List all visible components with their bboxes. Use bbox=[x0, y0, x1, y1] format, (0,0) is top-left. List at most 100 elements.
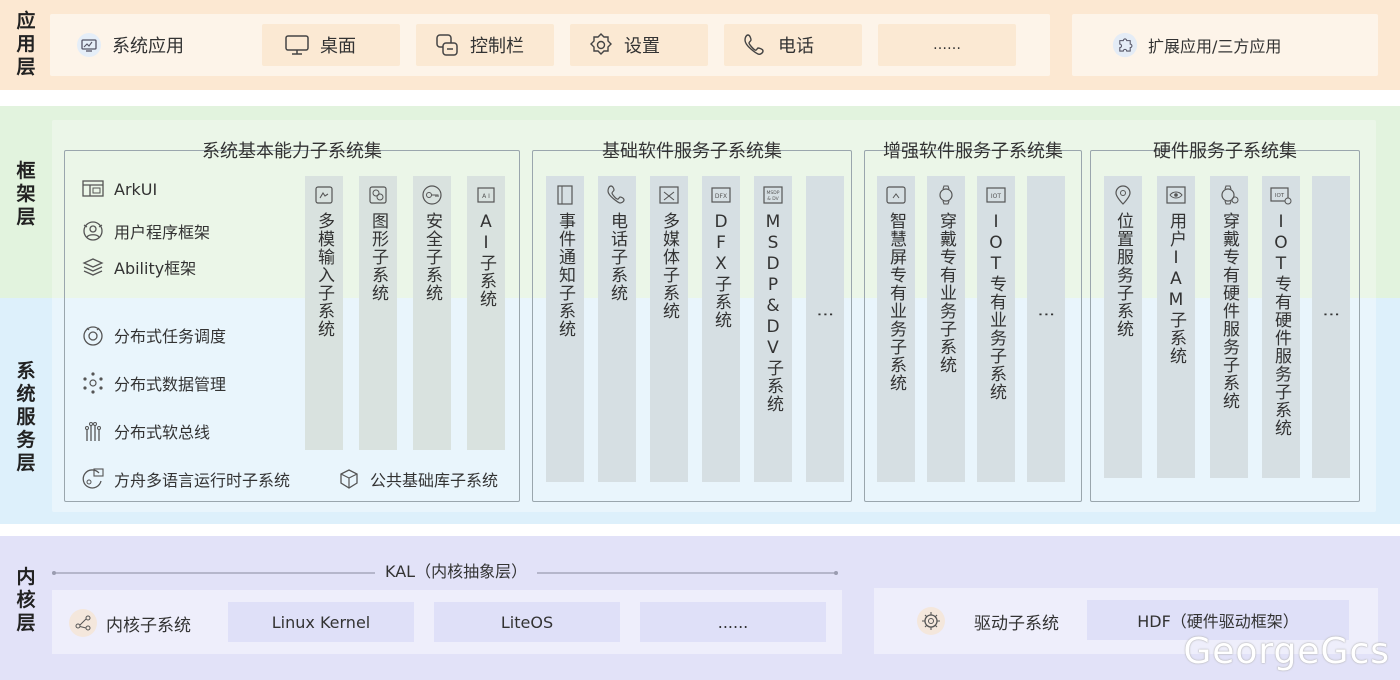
column-dfx[interactable]: DFX DFX子系统 bbox=[702, 176, 740, 482]
column-label: 事件通知子系统 bbox=[555, 212, 575, 338]
framework-item-ability[interactable]: Ability框架 bbox=[80, 254, 196, 280]
service-item-task[interactable]: 分布式任务调度 bbox=[80, 322, 226, 348]
column-hardware-more: ⋮ bbox=[1312, 176, 1350, 478]
task-schedule-icon bbox=[80, 322, 106, 348]
kernel-subsystem-label: 内核子系统 bbox=[106, 615, 191, 636]
framework-item-label: 用户程序框架 bbox=[114, 223, 211, 242]
svg-text:DFX: DFX bbox=[715, 193, 727, 200]
column-wearable[interactable]: 穿戴专有业务子系统 bbox=[927, 176, 965, 482]
app-item-label: …… bbox=[933, 37, 961, 53]
iot-gear-icon: IOT bbox=[1270, 187, 1292, 205]
watch-gear-icon bbox=[1221, 185, 1239, 205]
column-base-more: ⋮ bbox=[806, 176, 844, 482]
graphics-icon bbox=[369, 186, 387, 204]
service-item-softbus[interactable]: 分布式软总线 bbox=[80, 418, 210, 444]
service-item-label: 分布式数据管理 bbox=[114, 375, 227, 394]
driver-subsystem[interactable]: 驱动子系统 bbox=[916, 606, 1059, 636]
svg-text:IOT: IOT bbox=[1275, 193, 1285, 199]
soft-bus-icon bbox=[80, 418, 106, 444]
bottom-item-label: 方舟多语言运行时子系统 bbox=[114, 471, 291, 490]
column-multimodal[interactable]: 多模输入子系统 bbox=[305, 176, 343, 450]
monitor-icon bbox=[284, 32, 310, 58]
control-bar-icon bbox=[434, 32, 460, 58]
app-item-extension[interactable]: 扩展应用/三方应用 bbox=[1112, 24, 1352, 66]
column-smart-screen[interactable]: 智慧屏专有业务子系统 bbox=[877, 176, 915, 482]
more-dots: ⋮ bbox=[1036, 306, 1056, 323]
column-enhanced-more: ⋮ bbox=[1027, 176, 1065, 482]
service-item-data[interactable]: 分布式数据管理 bbox=[80, 370, 226, 396]
puzzle-icon bbox=[1112, 32, 1138, 58]
watch-icon bbox=[939, 185, 953, 205]
column-label: AI子系统 bbox=[476, 212, 496, 308]
watermark: GeorgeGcs bbox=[1183, 631, 1390, 672]
kernel-linux[interactable]: Linux Kernel bbox=[228, 602, 414, 642]
column-label: IOT专有硬件服务子系统 bbox=[1271, 212, 1291, 437]
ai-icon: A I bbox=[477, 187, 495, 203]
service-item-label: 分布式软总线 bbox=[114, 423, 211, 442]
app-item-system[interactable]: 系统应用 bbox=[76, 24, 246, 66]
app-item-control-bar[interactable]: 控制栏 bbox=[416, 24, 554, 66]
system-app-icon bbox=[76, 32, 102, 58]
more-dots: ⋮ bbox=[815, 306, 835, 323]
app-item-settings[interactable]: 设置 bbox=[570, 24, 708, 66]
service-item-label: 分布式任务调度 bbox=[114, 327, 227, 346]
kernel-more: ...... bbox=[640, 602, 826, 642]
app-item-more: …… bbox=[878, 24, 1016, 66]
key-icon bbox=[422, 185, 442, 205]
framework-item-arkui[interactable]: ArkUI bbox=[80, 176, 157, 202]
column-multimedia[interactable]: 多媒体子系统 bbox=[650, 176, 688, 482]
column-label: 穿戴专有业务子系统 bbox=[936, 212, 956, 374]
user-framework-icon bbox=[80, 218, 106, 244]
dfx-icon: DFX bbox=[711, 187, 731, 203]
layers-icon bbox=[80, 254, 106, 280]
framework-item-label: Ability框架 bbox=[114, 259, 197, 278]
app-item-phone[interactable]: 电话 bbox=[724, 24, 862, 66]
app-item-label: 电话 bbox=[778, 36, 814, 57]
architecture-diagram: 应用层 框架层 系统服务层 内核层 系统应用 桌面 控制栏 设置 电话 …… 扩… bbox=[0, 0, 1400, 680]
column-label: DFX子系统 bbox=[711, 212, 731, 329]
arkui-icon bbox=[80, 176, 106, 202]
app-item-label: 桌面 bbox=[320, 36, 356, 57]
driver-subsystem-label: 驱动子系统 bbox=[974, 613, 1059, 634]
column-label: IOT专有业务子系统 bbox=[986, 212, 1006, 401]
system-service-layer-label: 系统服务层 bbox=[16, 360, 36, 474]
bottom-item-common-lib[interactable]: 公共基础库子系统 bbox=[336, 466, 498, 492]
location-icon bbox=[1115, 185, 1131, 205]
column-security[interactable]: 安全子系统 bbox=[413, 176, 451, 450]
column-label: 位置服务子系统 bbox=[1113, 212, 1133, 338]
kernel-subsystem[interactable]: 内核子系统 bbox=[68, 608, 191, 638]
group-title: 系统基本能力子系统集 bbox=[202, 141, 382, 162]
column-label: 用户IAM子系统 bbox=[1166, 212, 1186, 365]
iot-icon: IOT bbox=[986, 187, 1006, 203]
column-label: 智慧屏专有业务子系统 bbox=[886, 212, 906, 392]
app-item-label: 控制栏 bbox=[470, 36, 524, 57]
notification-icon bbox=[557, 185, 573, 205]
column-graphics[interactable]: 图形子系统 bbox=[359, 176, 397, 450]
multimodal-icon bbox=[315, 186, 333, 204]
column-telephony[interactable]: 电话子系统 bbox=[598, 176, 636, 482]
framework-layer-label: 框架层 bbox=[16, 160, 36, 228]
column-iot[interactable]: IOT IOT专有业务子系统 bbox=[977, 176, 1015, 482]
column-msdp[interactable]: MSDP & DV MSDP&DV子系统 bbox=[754, 176, 792, 482]
app-item-label: 系统应用 bbox=[112, 36, 184, 57]
app-layer-label: 应用层 bbox=[16, 10, 36, 78]
extension-label: 扩展应用/三方应用 bbox=[1148, 37, 1282, 56]
svg-text:A I: A I bbox=[482, 193, 490, 200]
column-location[interactable]: 位置服务子系统 bbox=[1104, 176, 1142, 478]
kernel-liteos[interactable]: LiteOS bbox=[434, 602, 620, 642]
column-label: 穿戴专有硬件服务子系统 bbox=[1219, 212, 1239, 410]
framework-item-user-framework[interactable]: 用户程序框架 bbox=[80, 218, 210, 244]
app-item-desktop[interactable]: 桌面 bbox=[262, 24, 400, 66]
column-event-notification[interactable]: 事件通知子系统 bbox=[546, 176, 584, 482]
eye-icon bbox=[1166, 186, 1186, 204]
column-label: 安全子系统 bbox=[422, 212, 442, 302]
svg-text:& DV: & DV bbox=[767, 196, 779, 202]
column-ai[interactable]: A I AI子系统 bbox=[467, 176, 505, 450]
kernel-layer-label: 内核层 bbox=[16, 566, 36, 634]
group-title: 硬件服务子系统集 bbox=[1153, 141, 1297, 162]
column-user-iam[interactable]: 用户IAM子系统 bbox=[1157, 176, 1195, 478]
bottom-item-runtime[interactable]: 方舟多语言运行时子系统 bbox=[80, 466, 290, 492]
column-iot-hardware[interactable]: IOT IOT专有硬件服务子系统 bbox=[1262, 176, 1300, 478]
column-wearable-hardware[interactable]: 穿戴专有硬件服务子系统 bbox=[1210, 176, 1248, 478]
column-label: 电话子系统 bbox=[607, 212, 627, 302]
